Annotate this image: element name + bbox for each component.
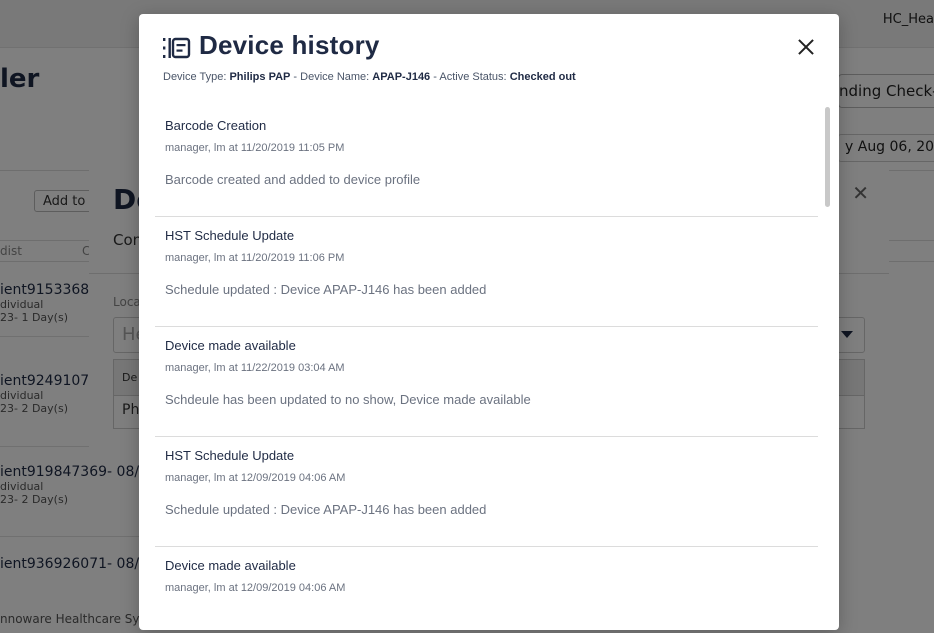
device-type-label: Device Type:	[163, 71, 227, 83]
history-entry: Barcode Creation manager, lm at 11/20/20…	[155, 107, 818, 217]
meta-separator: -	[290, 71, 301, 83]
entry-author-time: manager, lm at 12/09/2019 04:06 AM	[165, 582, 346, 594]
entry-author-time: manager, lm at 11/20/2019 11:05 PM	[165, 142, 345, 154]
close-icon[interactable]	[797, 38, 815, 56]
entry-author-time: manager, lm at 12/09/2019 04:06 AM	[165, 472, 346, 484]
history-entry: Device made available manager, lm at 12/…	[155, 547, 818, 630]
scrollbar-thumb[interactable]	[825, 107, 830, 207]
entry-description: Schedule updated : Device APAP-J146 has …	[165, 282, 487, 297]
entry-description: Barcode created and added to device prof…	[165, 172, 421, 187]
history-list[interactable]: Barcode Creation manager, lm at 11/20/20…	[155, 107, 818, 630]
history-icon	[163, 37, 191, 59]
entry-title: Device made available	[165, 338, 296, 353]
entry-title: Device made available	[165, 558, 296, 573]
active-status-label: Active Status:	[439, 71, 507, 83]
entry-author-time: manager, lm at 11/22/2019 03:04 AM	[165, 362, 345, 374]
history-entry: Device made available manager, lm at 11/…	[155, 327, 818, 437]
device-name-label: Device Name:	[300, 71, 370, 83]
active-status-value: Checked out	[509, 71, 576, 83]
modal-title: Device history	[199, 30, 380, 60]
device-history-modal: Device history Device Type: Philips PAP …	[139, 14, 839, 630]
modal-header: Device history Device Type: Philips PAP …	[139, 14, 839, 110]
scrollbar[interactable]	[825, 107, 831, 607]
entry-author-time: manager, lm at 11/20/2019 11:06 PM	[165, 252, 345, 264]
meta-separator: -	[430, 71, 440, 83]
device-name-value: APAP-J146	[372, 71, 431, 83]
entry-title: Barcode Creation	[165, 118, 267, 133]
entry-description: Schdeule has been updated to no show, De…	[165, 392, 531, 407]
device-type-value: Philips PAP	[229, 71, 291, 83]
entry-title: HST Schedule Update	[165, 228, 295, 243]
history-entry: HST Schedule Update manager, lm at 12/09…	[155, 437, 818, 547]
entry-title: HST Schedule Update	[165, 448, 295, 463]
device-meta: Device Type: Philips PAP - Device Name: …	[163, 71, 576, 83]
entry-description: Schedule updated : Device APAP-J146 has …	[165, 502, 487, 517]
history-entry: HST Schedule Update manager, lm at 11/20…	[155, 217, 818, 327]
